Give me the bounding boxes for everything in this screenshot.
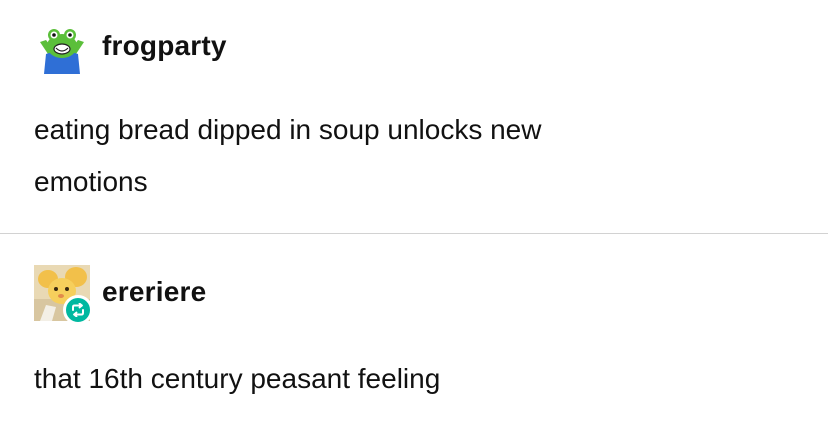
post-body: eating bread dipped in soup unlocks new …	[34, 104, 794, 208]
post-text-line: emotions	[34, 166, 148, 197]
post-header: frogparty	[34, 18, 227, 74]
post-text-line: that 16th century peasant feeling	[34, 363, 441, 394]
reblog-icon	[63, 295, 93, 325]
username[interactable]: ereriere	[102, 276, 206, 308]
post-text-line: eating bread dipped in soup unlocks new	[34, 114, 542, 145]
post-frogparty: frogparty eating bread dipped in soup un…	[0, 0, 828, 234]
post-ereriere: ereriere that 16th century peasant feeli…	[0, 235, 828, 432]
post-header: ereriere	[34, 265, 206, 325]
anime-avatar-icon[interactable]	[34, 265, 93, 325]
username[interactable]: frogparty	[102, 30, 227, 62]
frog-avatar-icon[interactable]	[34, 18, 90, 74]
post-divider	[0, 233, 828, 234]
post-body: that 16th century peasant feeling	[34, 353, 794, 405]
